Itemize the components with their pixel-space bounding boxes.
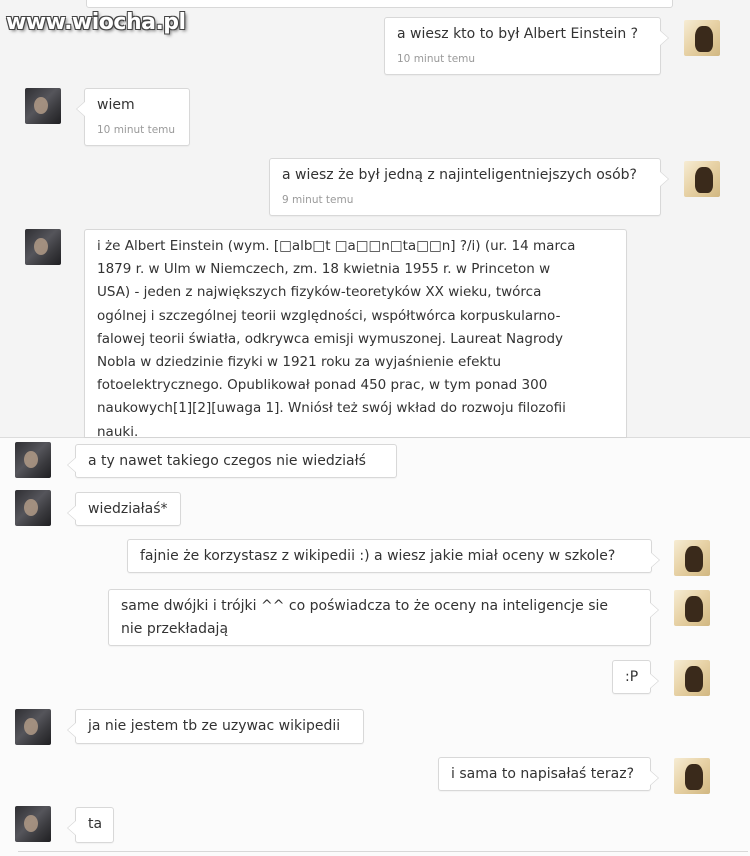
chat-message: a ty nawet takiego czegos nie wiedziałś [67, 444, 397, 478]
avatar[interactable] [15, 490, 51, 526]
chat-message: ja nie jestem tb ze uzywac wikipedii [67, 709, 364, 744]
message-text: fajnie że korzystasz z wikipedii :) a wi… [140, 548, 616, 564]
watermark: www.wiocha.pl [6, 10, 186, 35]
message-line: Nobla w dziedzinie fizyki w 1921 roku za… [97, 354, 502, 371]
avatar[interactable] [684, 161, 720, 197]
chat-message: wiem 10 minut temu [76, 88, 190, 146]
message-line: fotoelektrycznego. Opublikował ponad 450… [97, 377, 548, 394]
message-line: same dwójki i trójki ^^ co poświadcza to… [121, 598, 609, 614]
avatar[interactable] [15, 806, 51, 842]
message-line: USA) - jeden z największych fizyków-teor… [97, 284, 542, 301]
message-text: :P [625, 669, 639, 685]
message-text: a wiesz kto to był Albert Einstein ? [397, 26, 639, 42]
message-line: naukowych[1][2][uwaga 1]. Wniósł też swó… [97, 400, 566, 417]
chat-message: fajnie że korzystasz z wikipedii :) a wi… [127, 539, 660, 573]
message-timestamp: 10 minut temu [97, 124, 176, 136]
avatar[interactable] [25, 229, 61, 265]
previous-message-bubble [86, 0, 673, 8]
avatar[interactable] [674, 758, 710, 794]
message-text: i sama to napisałaś teraz? [451, 766, 635, 782]
avatar[interactable] [15, 442, 51, 478]
chat-message: :P [612, 660, 659, 694]
message-timestamp: 10 minut temu [397, 53, 476, 65]
divider [18, 851, 748, 852]
avatar[interactable] [674, 540, 710, 576]
message-text: ja nie jestem tb ze uzywac wikipedii [88, 718, 341, 734]
message-line: nauki. [97, 423, 139, 437]
chat-message: same dwójki i trójki ^^ co poświadcza to… [108, 589, 659, 646]
chat-message: ta [67, 807, 114, 843]
avatar[interactable] [684, 20, 720, 56]
message-text: a wiesz że był jedną z najinteligentniej… [282, 167, 637, 183]
chat-message: wiedziałaś* [67, 492, 181, 526]
message-line: falowej teorii światła, odkrywca emisji … [97, 330, 564, 347]
message-line: ogólnej i szczególnej teorii względności… [97, 307, 561, 324]
avatar[interactable] [25, 88, 61, 124]
message-text: wiem [97, 97, 135, 113]
chat-message: i że Albert Einstein (wym. [□alb□t □a□□n… [84, 229, 627, 437]
chat-message: i sama to napisałaś teraz? [438, 757, 659, 791]
message-text: a ty nawet takiego czegos nie wiedziałś [88, 453, 366, 469]
message-line: i że Albert Einstein (wym. [□alb□t □a□□n… [97, 238, 576, 254]
avatar[interactable] [674, 590, 710, 626]
message-timestamp: 9 minut temu [282, 194, 354, 206]
message-text: wiedziałaś* [88, 501, 168, 517]
avatar[interactable] [15, 709, 51, 745]
chat-message: a wiesz kto to był Albert Einstein ? 10 … [384, 17, 669, 75]
message-line: 1879 r. w Ulm w Niemczech, zm. 18 kwietn… [97, 261, 551, 278]
avatar[interactable] [674, 660, 710, 696]
chat-message: a wiesz że był jedną z najinteligentniej… [269, 158, 669, 216]
message-line: nie przekładają [121, 621, 229, 637]
message-text: ta [88, 816, 103, 832]
